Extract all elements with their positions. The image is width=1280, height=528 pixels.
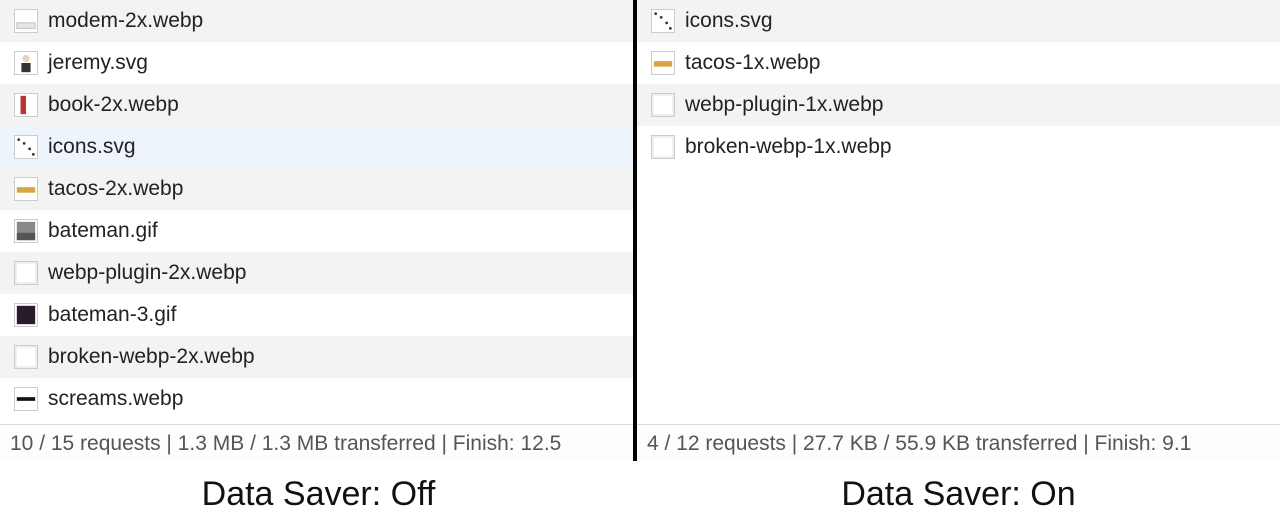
file-row[interactable]: book-2x.webp bbox=[0, 84, 633, 126]
file-name: broken-webp-2x.webp bbox=[48, 345, 255, 369]
caption-right: Data Saver: On bbox=[637, 475, 1280, 514]
dots-icon bbox=[651, 9, 675, 33]
file-row[interactable]: jeremy.svg bbox=[0, 42, 633, 84]
file-row[interactable]: bateman.gif bbox=[0, 210, 633, 252]
tacos-icon bbox=[651, 51, 675, 75]
file-name: icons.svg bbox=[48, 135, 136, 159]
status-bar-left: 10 / 15 requests | 1.3 MB / 1.3 MB trans… bbox=[0, 424, 633, 461]
file-row[interactable]: icons.svg bbox=[0, 126, 633, 168]
file-row[interactable]: screams.webp bbox=[0, 378, 633, 420]
file-row[interactable]: tacos-1x.webp bbox=[637, 42, 1280, 84]
file-row[interactable]: modem-2x.webp bbox=[0, 0, 633, 42]
blank-icon bbox=[14, 261, 38, 285]
blank-icon bbox=[651, 93, 675, 117]
file-name: book-2x.webp bbox=[48, 93, 179, 117]
photo-icon bbox=[14, 219, 38, 243]
book-icon bbox=[14, 93, 38, 117]
file-row[interactable]: bateman-3.gif bbox=[0, 294, 633, 336]
file-name: jeremy.svg bbox=[48, 51, 148, 75]
file-name: screams.webp bbox=[48, 387, 183, 411]
dots-icon bbox=[14, 135, 38, 159]
file-list-left: modem-2x.webp jeremy.svg book-2x.webp icons… bbox=[0, 0, 633, 424]
caption-left: Data Saver: Off bbox=[0, 475, 637, 514]
file-row[interactable]: broken-webp-1x.webp bbox=[637, 126, 1280, 168]
file-name: icons.svg bbox=[685, 9, 773, 33]
file-row[interactable]: tacos-2x.webp bbox=[0, 168, 633, 210]
file-row[interactable]: icons.svg bbox=[637, 0, 1280, 42]
file-name: webp-plugin-1x.webp bbox=[685, 93, 883, 117]
captions: Data Saver: Off Data Saver: On bbox=[0, 461, 1280, 528]
tacos-icon bbox=[14, 177, 38, 201]
blank-icon bbox=[14, 345, 38, 369]
status-bar-right: 4 / 12 requests | 27.7 KB / 55.9 KB tran… bbox=[637, 424, 1280, 461]
dark-icon bbox=[14, 303, 38, 327]
file-list-right: icons.svg tacos-1x.webp webp-plugin-1x.web… bbox=[637, 0, 1280, 424]
file-row[interactable]: webp-plugin-1x.webp bbox=[637, 84, 1280, 126]
file-row[interactable]: broken-webp-2x.webp bbox=[0, 336, 633, 378]
file-name: bateman.gif bbox=[48, 219, 158, 243]
file-name: tacos-2x.webp bbox=[48, 177, 183, 201]
file-name: broken-webp-1x.webp bbox=[685, 135, 892, 159]
file-name: bateman-3.gif bbox=[48, 303, 176, 327]
blank-icon bbox=[651, 135, 675, 159]
file-name: modem-2x.webp bbox=[48, 9, 203, 33]
modem-icon bbox=[14, 9, 38, 33]
network-panel-left: modem-2x.webp jeremy.svg book-2x.webp icons… bbox=[0, 0, 637, 461]
file-name: webp-plugin-2x.webp bbox=[48, 261, 246, 285]
file-name: tacos-1x.webp bbox=[685, 51, 820, 75]
network-panel-right: icons.svg tacos-1x.webp webp-plugin-1x.web… bbox=[637, 0, 1280, 461]
person-icon bbox=[14, 51, 38, 75]
bar-icon bbox=[14, 387, 38, 411]
file-row[interactable]: webp-plugin-2x.webp bbox=[0, 252, 633, 294]
